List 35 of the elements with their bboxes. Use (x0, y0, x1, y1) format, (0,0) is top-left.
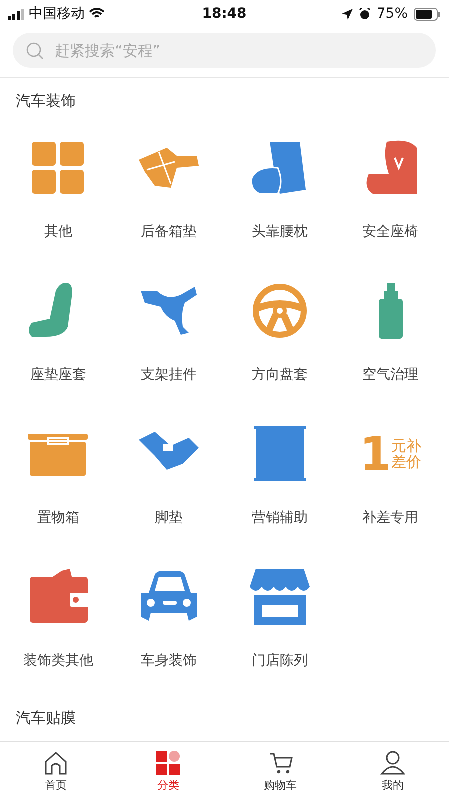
alarm-icon (358, 8, 371, 20)
battery-percent: 75% (376, 6, 408, 22)
category-item[interactable]: 座垫座套 (30, 366, 86, 384)
category-item[interactable]: 装饰类其他 (23, 652, 94, 670)
category-item[interactable]: 其他 (44, 223, 72, 241)
category-item[interactable]: 车身装饰 (141, 652, 198, 670)
search-field[interactable]: 赶紧搜索“安程” (13, 33, 436, 68)
tab-item[interactable]: 分类 (112, 742, 224, 800)
category-item[interactable]: 补差专用 (362, 509, 419, 527)
section-title: 汽车贴膜 (15, 708, 77, 729)
category-item[interactable]: 置物箱 (37, 509, 80, 527)
search-icon (26, 42, 44, 60)
tab-item[interactable]: 购物车 (224, 742, 337, 800)
status-time: 18:48 (202, 6, 247, 22)
tab-item[interactable]: 我的 (336, 742, 449, 800)
category-item[interactable]: 空气治理 (362, 366, 419, 384)
carrier-name: 中国移动 (29, 5, 85, 23)
category-item[interactable]: 支架挂件 (141, 366, 198, 384)
category-item[interactable]: 门店陈列 (252, 652, 308, 670)
store-icon (248, 567, 312, 627)
home-icon (43, 750, 70, 776)
section-title: 汽车装饰 (15, 91, 77, 112)
category-item[interactable]: 安全座椅 (362, 223, 419, 241)
category-item[interactable]: 营销辅助 (252, 509, 308, 527)
category-item[interactable]: 脚垫 (155, 509, 184, 527)
category-item[interactable]: 后备箱垫 (141, 223, 198, 241)
category-item[interactable]: 方向盘套 (252, 366, 308, 384)
profile-icon (380, 750, 406, 776)
category-icon (155, 750, 182, 776)
battery-icon (414, 8, 442, 20)
location-arrow-icon (342, 8, 353, 20)
category-item[interactable]: 头靠腰枕 (252, 223, 308, 241)
signal-icon (8, 8, 25, 20)
tab-item[interactable]: 首页 (0, 742, 112, 800)
wifi-icon (89, 8, 105, 20)
